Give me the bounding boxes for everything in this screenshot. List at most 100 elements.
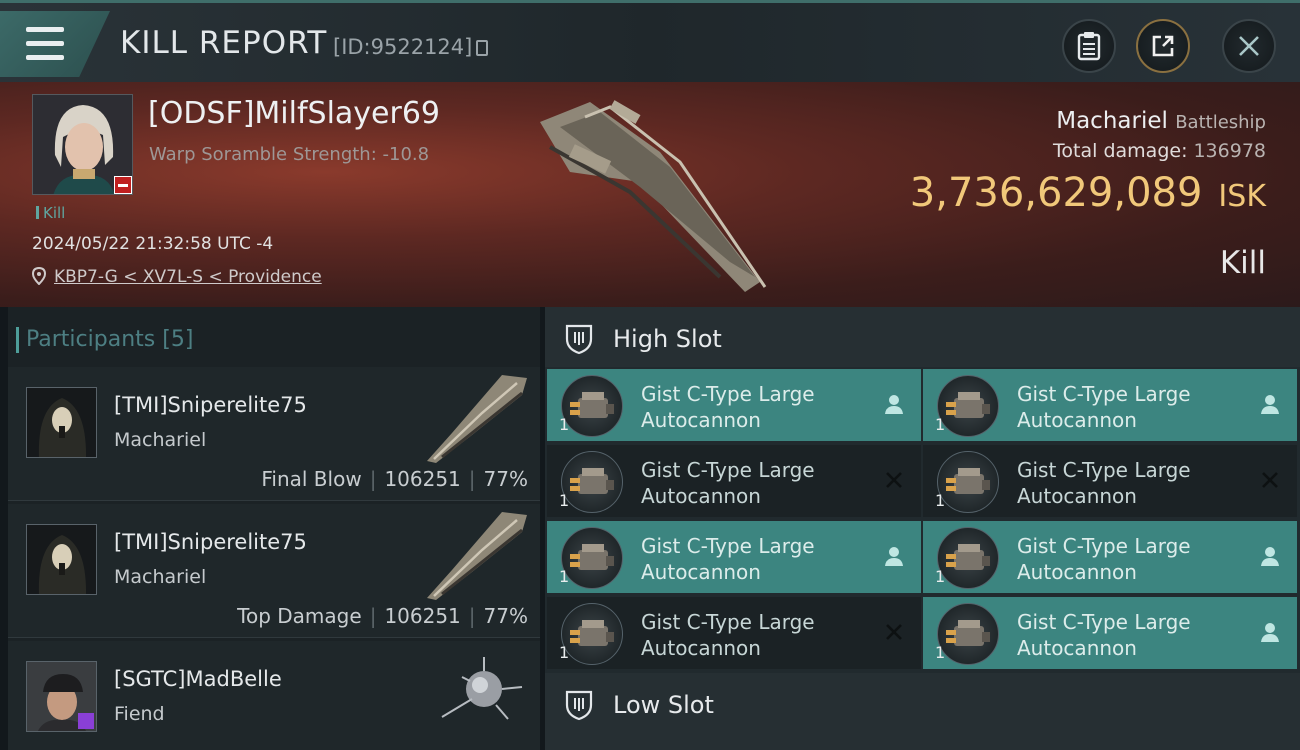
- module-slot[interactable]: 1 Gist C-Type Large Autocannon: [923, 597, 1297, 669]
- participant-ship: Machariel: [114, 566, 207, 588]
- share-icon: [1152, 35, 1174, 57]
- clipboard-button[interactable]: [1062, 19, 1116, 73]
- module-name: Gist C-Type Large Autocannon: [641, 534, 815, 584]
- module-quantity: 1: [559, 491, 570, 510]
- module-quantity: 1: [935, 567, 946, 586]
- participant-role: Top Damage: [237, 604, 362, 628]
- user-icon: [1261, 547, 1279, 566]
- autocannon-icon: [561, 603, 623, 665]
- map-pin-icon: [31, 266, 47, 286]
- module-name: Gist C-Type Large Autocannon: [1017, 534, 1191, 584]
- participant-ship: Fiend: [114, 703, 165, 725]
- module-slot[interactable]: 1 Gist C-Type Large Autocannon: [547, 369, 921, 441]
- module-name: Gist C-Type Large Autocannon: [641, 382, 815, 432]
- kill-datetime: 2024/05/22 21:32:58 UTC -4: [32, 234, 274, 254]
- module-slot[interactable]: 1 Gist C-Type Large Autocannon: [547, 521, 921, 593]
- report-id: [ID:9522124]: [333, 35, 489, 59]
- module-slot[interactable]: 1 Gist C-Type Large Autocannon: [923, 369, 1297, 441]
- isk-unit: ISK: [1218, 179, 1266, 214]
- close-icon: [1239, 36, 1259, 56]
- page-title: KILL REPORT: [120, 25, 328, 61]
- total-damage: Total damage: 136978: [1053, 140, 1266, 162]
- participant-percent: 77%: [483, 467, 528, 491]
- autocannon-icon: [937, 451, 999, 513]
- module-slot[interactable]: 1 Gist C-Type Large Autocannon: [547, 597, 921, 669]
- low-slot-header: Low Slot: [545, 673, 1300, 750]
- low-slot-title: Low Slot: [613, 691, 714, 719]
- user-icon: [1261, 623, 1279, 642]
- module-name: Gist C-Type Large Autocannon: [641, 610, 815, 660]
- user-icon: [885, 395, 903, 414]
- status-badge: [114, 176, 132, 194]
- shield-icon: [565, 690, 593, 721]
- x-icon: [886, 472, 902, 488]
- copy-icon[interactable]: [476, 40, 489, 56]
- participant-percent: 77%: [483, 604, 528, 628]
- total-damage-value: 136978: [1193, 140, 1266, 162]
- autocannon-icon: [561, 451, 623, 513]
- module-quantity: 1: [935, 491, 946, 510]
- location-link[interactable]: KBP7-G < XV7L-S < Providence: [54, 267, 322, 287]
- kill-location[interactable]: KBP7-G < XV7L-S < Providence: [31, 266, 322, 287]
- x-icon: [1262, 472, 1278, 488]
- participant-avatar: [26, 661, 97, 732]
- module-quantity: 1: [935, 643, 946, 662]
- victim-name[interactable]: [ODSF]MilfSlayer69: [148, 96, 440, 131]
- isk-amount: 3,736,629,089: [909, 170, 1203, 216]
- module-slot[interactable]: 1 Gist C-Type Large Autocannon: [547, 445, 921, 517]
- autocannon-icon: [937, 603, 999, 665]
- total-damage-label: Total damage:: [1053, 140, 1188, 162]
- module-slot[interactable]: 1 Gist C-Type Large Autocannon: [923, 521, 1297, 593]
- participant-ship-image: [427, 512, 527, 600]
- share-button[interactable]: [1136, 19, 1190, 73]
- user-icon: [885, 547, 903, 566]
- participant-ship: Machariel: [114, 429, 207, 451]
- autocannon-icon: [937, 527, 999, 589]
- ship-name[interactable]: Machariel: [1056, 108, 1168, 134]
- clipboard-icon: [1077, 32, 1101, 61]
- x-icon: [886, 624, 902, 640]
- participants-header: Participants [5]: [15, 327, 194, 353]
- kill-tag: Kill: [36, 204, 65, 222]
- module-name: Gist C-Type Large Autocannon: [641, 458, 815, 508]
- close-button[interactable]: [1222, 19, 1276, 73]
- module-quantity: 1: [559, 567, 570, 586]
- user-icon: [1261, 395, 1279, 414]
- participant-name: [SGTC]MadBelle: [114, 667, 282, 691]
- participant-row[interactable]: [SGTC]MadBelle Fiend: [8, 641, 540, 750]
- isk-value: 3,736,629,089 ISK: [910, 170, 1266, 216]
- participants-panel: Participants [5] [TMI]Sniperelite75 Mach…: [8, 307, 540, 750]
- participant-damage: 106251: [384, 604, 461, 628]
- menu-button[interactable]: [0, 11, 110, 77]
- module-name: Gist C-Type Large Autocannon: [1017, 610, 1191, 660]
- module-quantity: 1: [559, 643, 570, 662]
- participant-name: [TMI]Sniperelite75: [114, 530, 307, 554]
- fitting-panel: High Slot 1 Gist C-Type Large Autocannon 1…: [545, 307, 1300, 750]
- participant-row[interactable]: [TMI]Sniperelite75 Machariel Final Blow |…: [8, 367, 540, 501]
- victim-avatar[interactable]: [32, 94, 133, 195]
- participant-avatar: [26, 524, 97, 595]
- module-name: Gist C-Type Large Autocannon: [1017, 458, 1191, 508]
- high-slot-title: High Slot: [613, 325, 722, 353]
- module-name: Gist C-Type Large Autocannon: [1017, 382, 1191, 432]
- warp-scramble-strength: Warp Soramble Strength: -10.8: [149, 144, 430, 165]
- participants-label: Participants: [26, 327, 156, 352]
- victim-ship: Machariel Battleship: [1056, 108, 1266, 134]
- high-slot-header: High Slot: [545, 307, 1300, 367]
- participant-row[interactable]: [TMI]Sniperelite75 Machariel Top Damage |…: [8, 504, 540, 638]
- autocannon-icon: [561, 527, 623, 589]
- report-id-text: [ID:9522124]: [333, 35, 473, 59]
- title-bar: KILL REPORT [ID:9522124]: [0, 0, 1300, 82]
- victim-ship-image: [540, 100, 767, 292]
- participant-ship-image: [441, 657, 523, 720]
- result-label: Kill: [1219, 245, 1266, 281]
- module-slot[interactable]: 1 Gist C-Type Large Autocannon: [923, 445, 1297, 517]
- shield-icon: [565, 324, 593, 355]
- participant-ship-image: [427, 375, 527, 463]
- module-quantity: 1: [935, 415, 946, 434]
- autocannon-icon: [937, 375, 999, 437]
- victim-panel: [ODSF]MilfSlayer69 Warp Soramble Strengt…: [0, 82, 1300, 307]
- participant-role: Final Blow: [261, 467, 362, 491]
- module-quantity: 1: [559, 415, 570, 434]
- participants-count: [5]: [162, 327, 194, 352]
